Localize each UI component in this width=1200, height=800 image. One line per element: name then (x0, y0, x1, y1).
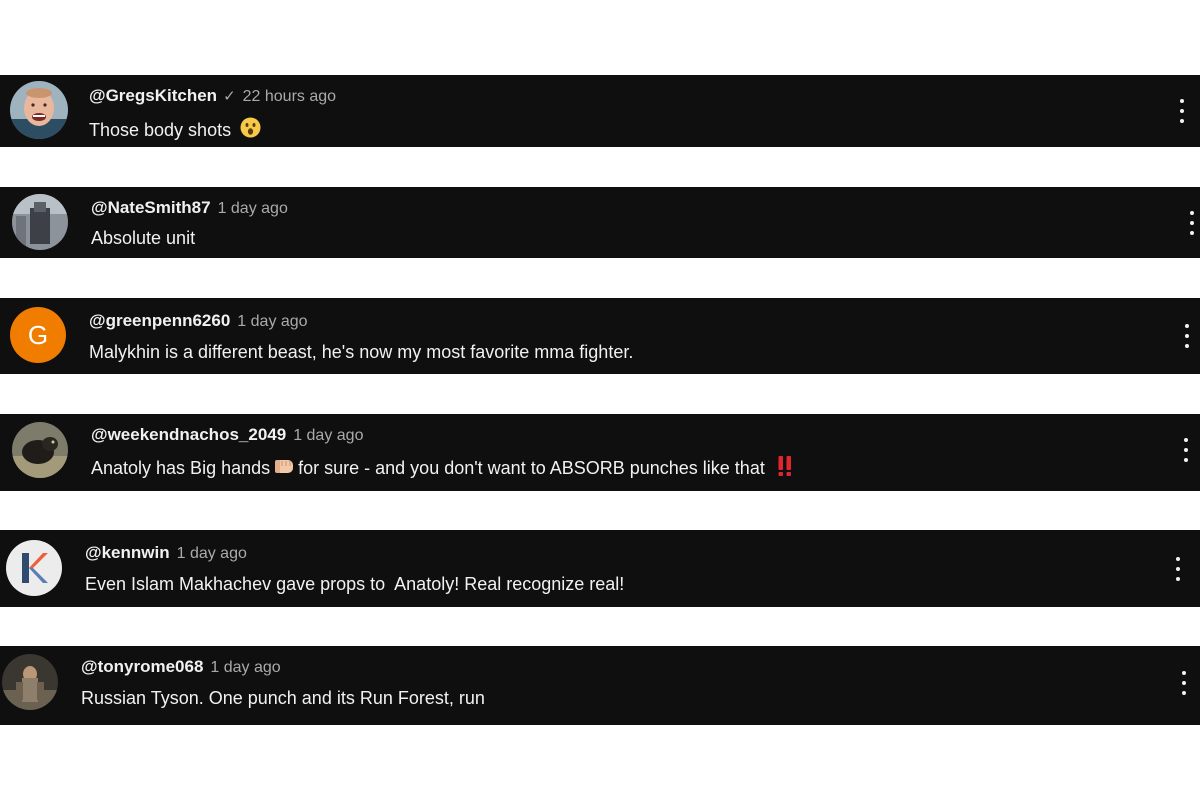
avatar[interactable] (10, 81, 68, 139)
comment-card: @kennwin 1 day ago Even Islam Makhachev … (0, 530, 1200, 607)
avatar[interactable]: G (10, 307, 66, 363)
comment-text: Absolute unit (91, 228, 196, 248)
comment-author[interactable]: @NateSmith87 (91, 198, 211, 218)
comment-text: Russian Tyson. One punch and its Run For… (81, 688, 485, 708)
comment-text: for sure - and you don't want to ABSORB … (298, 458, 765, 478)
comment-text: Those body shots (89, 119, 232, 140)
comment-card: @tonyrome068 1 day ago Russian Tyson. On… (0, 646, 1200, 725)
avatar-letter: G (27, 319, 49, 350)
more-options-icon[interactable] (1174, 557, 1182, 581)
more-options-icon[interactable] (1183, 324, 1191, 348)
comment-author[interactable]: @weekendnachos_2049 (91, 425, 286, 445)
comment-text: Malykhin is a different beast, he's now … (89, 342, 634, 362)
more-options-icon[interactable] (1188, 211, 1196, 235)
avatar[interactable] (2, 654, 58, 710)
comment-timestamp[interactable]: 1 day ago (218, 200, 288, 218)
comment-timestamp[interactable]: 1 day ago (177, 545, 247, 563)
oncoming-fist-icon (273, 456, 295, 481)
comment-card: @GregsKitchen ✓ 22 hours ago Those body … (0, 75, 1200, 147)
avatar[interactable] (12, 194, 68, 250)
more-options-icon[interactable] (1178, 99, 1186, 123)
comment-author[interactable]: @tonyrome068 (81, 657, 203, 677)
face-with-open-mouth-icon (240, 117, 261, 143)
more-options-icon[interactable] (1180, 671, 1188, 695)
comment-timestamp[interactable]: 22 hours ago (243, 88, 336, 106)
comment-card: @NateSmith87 1 day ago Absolute unit (0, 187, 1200, 258)
comment-card: G @greenpenn6260 1 day ago Malykhin is a… (0, 298, 1200, 374)
comment-timestamp[interactable]: 1 day ago (293, 427, 363, 445)
avatar[interactable] (12, 422, 68, 478)
double-exclamation-mark-icon (777, 455, 793, 482)
comment-author[interactable]: @greenpenn6260 (89, 311, 230, 331)
more-options-icon[interactable] (1182, 438, 1190, 462)
comment-text: Even Islam Makhachev gave props to Anato… (85, 574, 625, 594)
comment-timestamp[interactable]: 1 day ago (210, 659, 280, 677)
comment-author[interactable]: @GregsKitchen (89, 86, 217, 106)
comment-card: @weekendnachos_2049 1 day ago Anatoly ha… (0, 414, 1200, 491)
comment-text: Anatoly has Big hands (91, 458, 271, 478)
comments-collage: @GregsKitchen ✓ 22 hours ago Those body … (0, 0, 1200, 800)
verified-check-icon: ✓ (223, 88, 236, 105)
comment-timestamp[interactable]: 1 day ago (237, 313, 307, 331)
comment-author[interactable]: @kennwin (85, 543, 170, 563)
avatar[interactable] (6, 540, 62, 596)
